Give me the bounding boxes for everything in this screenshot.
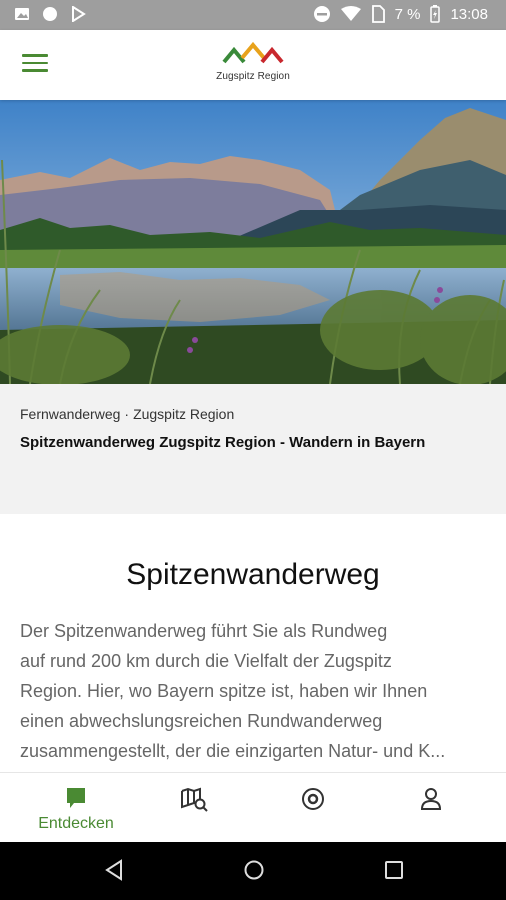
nav-profile[interactable] — [368, 773, 494, 843]
nav-entdecken[interactable]: Entdecken — [13, 773, 139, 843]
region-label[interactable]: Zugspitz Region — [133, 406, 234, 422]
bottom-navigation: Entdecken — [0, 772, 506, 843]
home-icon[interactable] — [243, 859, 265, 881]
menu-button[interactable] — [22, 54, 48, 76]
play-store-icon — [72, 6, 86, 22]
description-line: einen abwechslungsreichen Rundwanderweg — [20, 711, 383, 731]
nav-target[interactable] — [250, 773, 376, 843]
discover-icon — [67, 788, 85, 808]
no-sim-icon — [371, 5, 385, 23]
mountain-logo-icon — [222, 41, 284, 64]
app-bar: Zugspitz Region — [0, 30, 506, 100]
tour-info: Fernwanderweg · Zugspitz Region Spitzenw… — [0, 384, 506, 514]
recents-icon[interactable] — [384, 859, 404, 881]
description-line: Region. Hier, wo Bayern spitze ist, habe… — [20, 681, 428, 701]
target-icon — [302, 788, 324, 810]
battery-charging-icon — [430, 5, 441, 23]
logo-text: Zugspitz Region — [216, 71, 290, 82]
mountain-lake-photo — [0, 100, 506, 384]
back-icon[interactable] — [104, 859, 124, 881]
description-line: Der Spitzenwanderweg führt Sie als Rundw… — [20, 621, 388, 641]
description-line: auf rund 200 km durch die Vielfalt der Z… — [20, 651, 392, 671]
description[interactable]: Der Spitzenwanderweg führt Sie als Rundw… — [20, 616, 482, 766]
system-navigation-bar — [0, 842, 506, 900]
circle-notification-icon — [43, 7, 57, 21]
breadcrumb-separator: · — [124, 406, 130, 422]
nav-map-search[interactable] — [131, 773, 257, 843]
hamburger-icon — [22, 54, 48, 57]
do-not-disturb-icon — [313, 6, 330, 22]
zugspitz-logo[interactable]: Zugspitz Region — [205, 41, 301, 88]
hamburger-icon-bar — [22, 69, 48, 72]
hero-image — [0, 100, 506, 384]
image-notification-icon — [15, 8, 29, 20]
battery-percent: 7 % — [394, 5, 421, 23]
wifi-icon — [340, 6, 361, 21]
page-title: Spitzenwanderweg — [126, 558, 380, 591]
nav-entdecken-label: Entdecken — [38, 815, 114, 832]
tour-subtitle: Spitzenwanderweg Zugspitz Region - Wande… — [20, 434, 426, 451]
description-line: zusammengestellt, der die einzigarten Na… — [20, 741, 446, 761]
map-search-icon — [181, 787, 208, 812]
profile-icon — [420, 788, 442, 810]
hamburger-icon-bar — [22, 61, 48, 64]
status-bar: 7 % 13:08 — [0, 0, 506, 30]
clock: 13:08 — [450, 5, 488, 23]
breadcrumb: Fernwanderweg · Zugspitz Region — [20, 406, 234, 422]
category-label[interactable]: Fernwanderweg — [20, 406, 120, 422]
content-section: Spitzenwanderweg Der Spitzenwanderweg fü… — [0, 514, 506, 772]
